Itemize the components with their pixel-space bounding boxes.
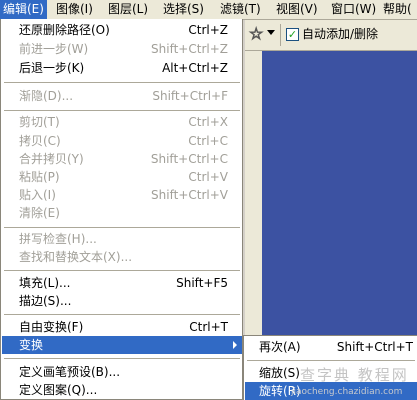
menu-edit[interactable]: 编辑(E): [0, 0, 47, 19]
menu-item-fade[interactable]: 渐隐(D)... Shift+Ctrl+F: [2, 87, 242, 105]
star-icon[interactable]: ☆: [248, 24, 263, 43]
menu-item-step-forward[interactable]: 前进一步(W) Shift+Ctrl+Z: [2, 40, 242, 58]
watermark-url: jiaocheng.chazidian.com: [291, 387, 403, 397]
chevron-down-icon[interactable]: [267, 30, 275, 35]
menu-item-fill[interactable]: 填充(L)... Shift+F5: [2, 274, 242, 292]
toolbar-divider: [280, 24, 281, 46]
auto-add-remove-label: 自动添加/删除: [302, 27, 379, 41]
menu-filter[interactable]: 滤镜(T): [217, 0, 264, 19]
menu-window[interactable]: 窗口(W): [328, 0, 379, 19]
menu-item-copy-merged[interactable]: 合并拷贝(Y) Shift+Ctrl+C: [2, 150, 242, 168]
menu-separator: [4, 110, 240, 111]
menu-view[interactable]: 视图(V): [273, 0, 321, 19]
auto-add-remove-checkbox[interactable]: ✓: [286, 28, 299, 41]
menu-item-define-pattern[interactable]: 定义图案(Q)...: [2, 381, 242, 399]
menu-item-undo[interactable]: 还原删除路径(O) Ctrl+Z: [2, 21, 242, 39]
menu-item-find-replace[interactable]: 查找和替换文本(X)...: [2, 248, 242, 266]
menu-item-clear[interactable]: 清除(E): [2, 204, 242, 222]
submenu-item-again[interactable]: 再次(A) Shift+Ctrl+T: [245, 338, 417, 356]
menu-item-paste-into[interactable]: 贴入(I) Shift+Ctrl+V: [2, 186, 242, 204]
submenu-arrow-icon: [233, 341, 237, 349]
menu-item-free-transform[interactable]: 自由变换(F) Ctrl+T: [2, 318, 242, 336]
menu-separator: [4, 227, 240, 228]
menu-separator: [4, 270, 240, 271]
menu-help[interactable]: 帮助(: [380, 0, 415, 19]
menu-separator: [4, 314, 240, 315]
options-toolbar: ☆ ✓ 自动添加/删除: [245, 20, 417, 51]
menu-separator: [4, 358, 240, 359]
menu-layer[interactable]: 图层(L): [105, 0, 151, 19]
menu-image[interactable]: 图像(I): [53, 0, 96, 19]
menu-item-check-spelling[interactable]: 拼写检查(H)...: [2, 230, 242, 248]
menu-select[interactable]: 选择(S): [160, 0, 207, 19]
menu-item-transform[interactable]: 变换: [2, 336, 242, 354]
menu-separator: [4, 82, 240, 83]
menu-item-stroke[interactable]: 描边(S)...: [2, 292, 242, 310]
menu-item-cut[interactable]: 剪切(T) Ctrl+X: [2, 113, 242, 131]
menu-item-paste[interactable]: 粘贴(P) Ctrl+V: [2, 168, 242, 186]
edit-menu-dropdown: 还原删除路径(O) Ctrl+Z 前进一步(W) Shift+Ctrl+Z 后退…: [0, 19, 243, 400]
menu-bar: 编辑(E) 图像(I) 图层(L) 选择(S) 滤镜(T) 视图(V) 窗口(W…: [0, 0, 417, 20]
watermark-text: 查字典 教程网: [300, 366, 409, 384]
menu-item-copy[interactable]: 拷贝(C) Ctrl+C: [2, 132, 242, 150]
menu-item-define-brush[interactable]: 定义画笔预设(B)...: [2, 363, 242, 381]
menu-item-step-backward[interactable]: 后退一步(K) Alt+Ctrl+Z: [2, 59, 242, 77]
menu-separator: [247, 360, 415, 361]
